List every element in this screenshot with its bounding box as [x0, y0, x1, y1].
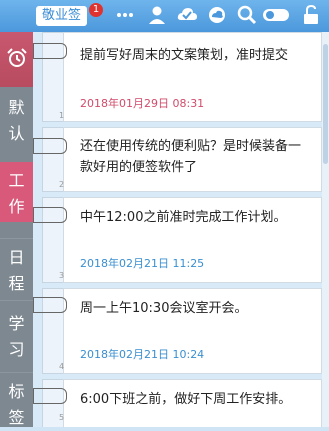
note-clip-icon [33, 388, 67, 404]
note-item[interactable]: 还在使用传统的便利贴？是时候装备一款好用的便签软件了 [63, 127, 322, 192]
note-item[interactable]: 提前写好周末的文案策划，准时提交 2018年01月29日 08:31 [63, 32, 322, 122]
category-default[interactable]: 默认 [0, 87, 33, 143]
category-label: 学习 [8, 314, 25, 359]
top-toolbar: 敬业签 1 [0, 0, 329, 32]
category-work[interactable]: 工作 [0, 162, 33, 222]
category-study[interactable]: 学习 [0, 300, 33, 360]
note-clip-icon [33, 43, 67, 59]
note-item[interactable]: 中午12:00之前准时完成工作计划。 2018年02月21日 11:25 [63, 197, 322, 283]
note-text: 周一上午10:30会议室开会。 [80, 301, 248, 316]
cloud-icon[interactable] [206, 4, 228, 26]
note-item[interactable]: 6:00下班之前，做好下周工作安排。 [63, 379, 322, 427]
note-clip-icon [33, 207, 67, 223]
category-label: 默认 [8, 98, 25, 143]
note-number: 5 [59, 413, 65, 422]
category-label: 工作 [8, 171, 25, 216]
category-tags[interactable]: 标签 [0, 372, 33, 427]
alarm-clock-icon [7, 48, 27, 67]
note-number: 3 [59, 271, 65, 280]
note-clip-icon [33, 297, 67, 313]
note-number: 4 [59, 362, 65, 371]
note-number: 1 [59, 111, 65, 120]
category-schedule[interactable]: 日程 [0, 238, 33, 298]
note-number: 2 [59, 180, 65, 189]
category-label: 日程 [8, 248, 25, 293]
note-date: 2018年01月29日 08:31 [80, 97, 205, 110]
user-icon[interactable] [146, 4, 168, 26]
lock-icon[interactable] [300, 4, 322, 26]
app-brand-label[interactable]: 敬业签 [36, 6, 88, 26]
search-icon[interactable] [236, 4, 258, 26]
note-text: 提前写好周末的文案策划，准时提交 [80, 48, 289, 63]
check-cloud-icon[interactable] [176, 4, 198, 26]
note-text: 6:00下班之前，做好下周工作安排。 [80, 392, 292, 407]
reminder-button[interactable] [0, 32, 33, 87]
scrollbar-thumb[interactable] [323, 44, 328, 164]
note-clip-icon [33, 138, 67, 154]
category-sidebar: 默认 工作 日程 学习 标签 [0, 32, 33, 427]
more-icon[interactable] [114, 4, 136, 26]
notes-list: 提前写好周末的文案策划，准时提交 2018年01月29日 08:31 1 还在使… [33, 32, 329, 427]
note-text: 中午12:00之前准时完成工作计划。 [80, 210, 287, 225]
category-label: 标签 [8, 382, 25, 427]
note-text: 还在使用传统的便利贴？是时候装备一款好用的便签软件了 [80, 139, 302, 175]
toggle-icon[interactable] [261, 4, 291, 26]
note-date: 2018年02月21日 11:25 [80, 257, 205, 270]
note-date: 2018年02月21日 10:24 [80, 348, 205, 361]
notification-badge: 1 [89, 3, 103, 17]
note-item[interactable]: 周一上午10:30会议室开会。 2018年02月21日 10:24 [63, 288, 322, 374]
